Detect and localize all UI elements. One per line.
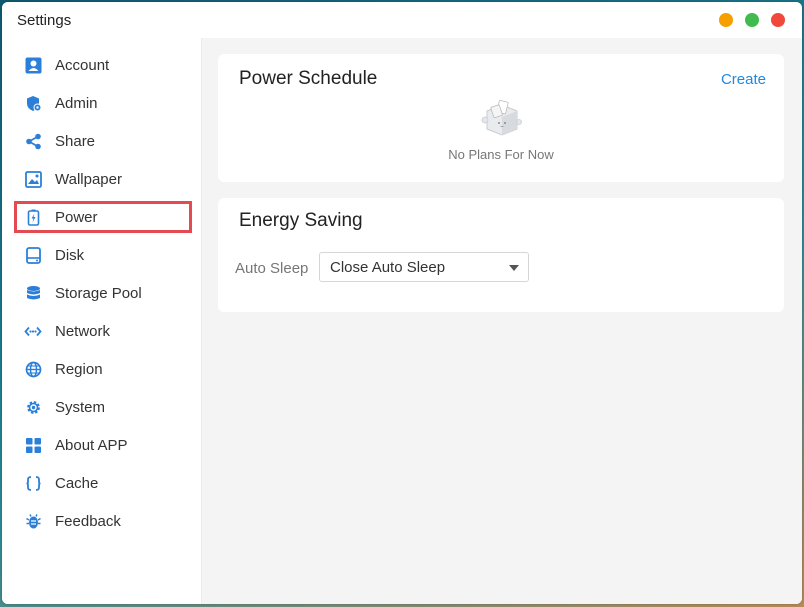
auto-sleep-select[interactable]: Close Auto Sleep [319,252,529,282]
bug-icon [24,512,42,530]
minimize-button[interactable] [719,13,733,27]
sidebar-item-label: Feedback [55,512,121,530]
sidebar-item-label: Share [55,132,96,150]
grid-icon [24,436,42,454]
sidebar-item-label: Region [55,360,103,378]
network-icon [24,322,42,340]
caret-down-icon [509,265,519,271]
sidebar-item-system[interactable]: System [14,391,192,423]
sidebar-item-label: System [55,398,106,416]
braces-icon [24,474,42,492]
sidebar-item-disk[interactable]: Disk [14,239,192,271]
power-schedule-title: Power Schedule [239,68,378,89]
auto-sleep-value: Close Auto Sleep [330,259,446,276]
sidebar-item-storage-pool[interactable]: Storage Pool [14,277,192,309]
account-icon [24,56,42,74]
disk-icon [24,246,42,264]
sidebar: Account Admin Share Wallpaper Power Disk… [2,38,202,604]
sidebar-item-feedback[interactable]: Feedback [14,505,192,537]
sidebar-item-label: About APP [55,436,128,454]
sidebar-item-label: Wallpaper [55,170,122,188]
sidebar-item-label: Admin [55,94,98,112]
wallpaper-icon [24,170,42,188]
sidebar-item-wallpaper[interactable]: Wallpaper [14,163,192,195]
sidebar-item-cache[interactable]: Cache [14,467,192,499]
sidebar-item-label: Network [55,322,111,340]
empty-state-text: No Plans For Now [448,147,554,162]
admin-shield-icon [24,94,42,112]
gear-icon [24,398,42,416]
power-battery-icon [24,208,42,226]
auto-sleep-label: Auto Sleep [235,260,309,277]
empty-box-illustration [479,99,525,139]
power-schedule-card: Power Schedule Create No Plans For Now [218,54,784,182]
window-title: Settings [17,12,72,29]
close-button[interactable] [771,13,785,27]
storage-pool-icon [24,284,42,302]
sidebar-item-label: Cache [55,474,99,492]
main-content: Power Schedule Create No Plans For Now E… [202,38,802,604]
maximize-button[interactable] [745,13,759,27]
sidebar-item-label: Storage Pool [55,284,142,302]
globe-icon [24,360,42,378]
sidebar-item-about-app[interactable]: About APP [14,429,192,461]
sidebar-item-share[interactable]: Share [14,125,192,157]
energy-saving-card: Energy Saving Auto Sleep Close Auto Slee… [218,198,784,312]
sidebar-item-label: Disk [55,246,85,264]
sidebar-item-admin[interactable]: Admin [14,87,192,119]
sidebar-item-label: Power [55,208,98,226]
sidebar-item-power[interactable]: Power [14,201,192,233]
sidebar-item-region[interactable]: Region [14,353,192,385]
share-icon [24,132,42,150]
sidebar-item-label: Account [55,56,110,74]
sidebar-item-account[interactable]: Account [14,49,192,81]
energy-saving-title: Energy Saving [239,210,363,231]
settings-window: Settings Account Admin Share Wallpaper P… [2,2,802,604]
sidebar-item-network[interactable]: Network [14,315,192,347]
create-schedule-link[interactable]: Create [721,71,766,88]
title-bar: Settings [2,2,802,38]
